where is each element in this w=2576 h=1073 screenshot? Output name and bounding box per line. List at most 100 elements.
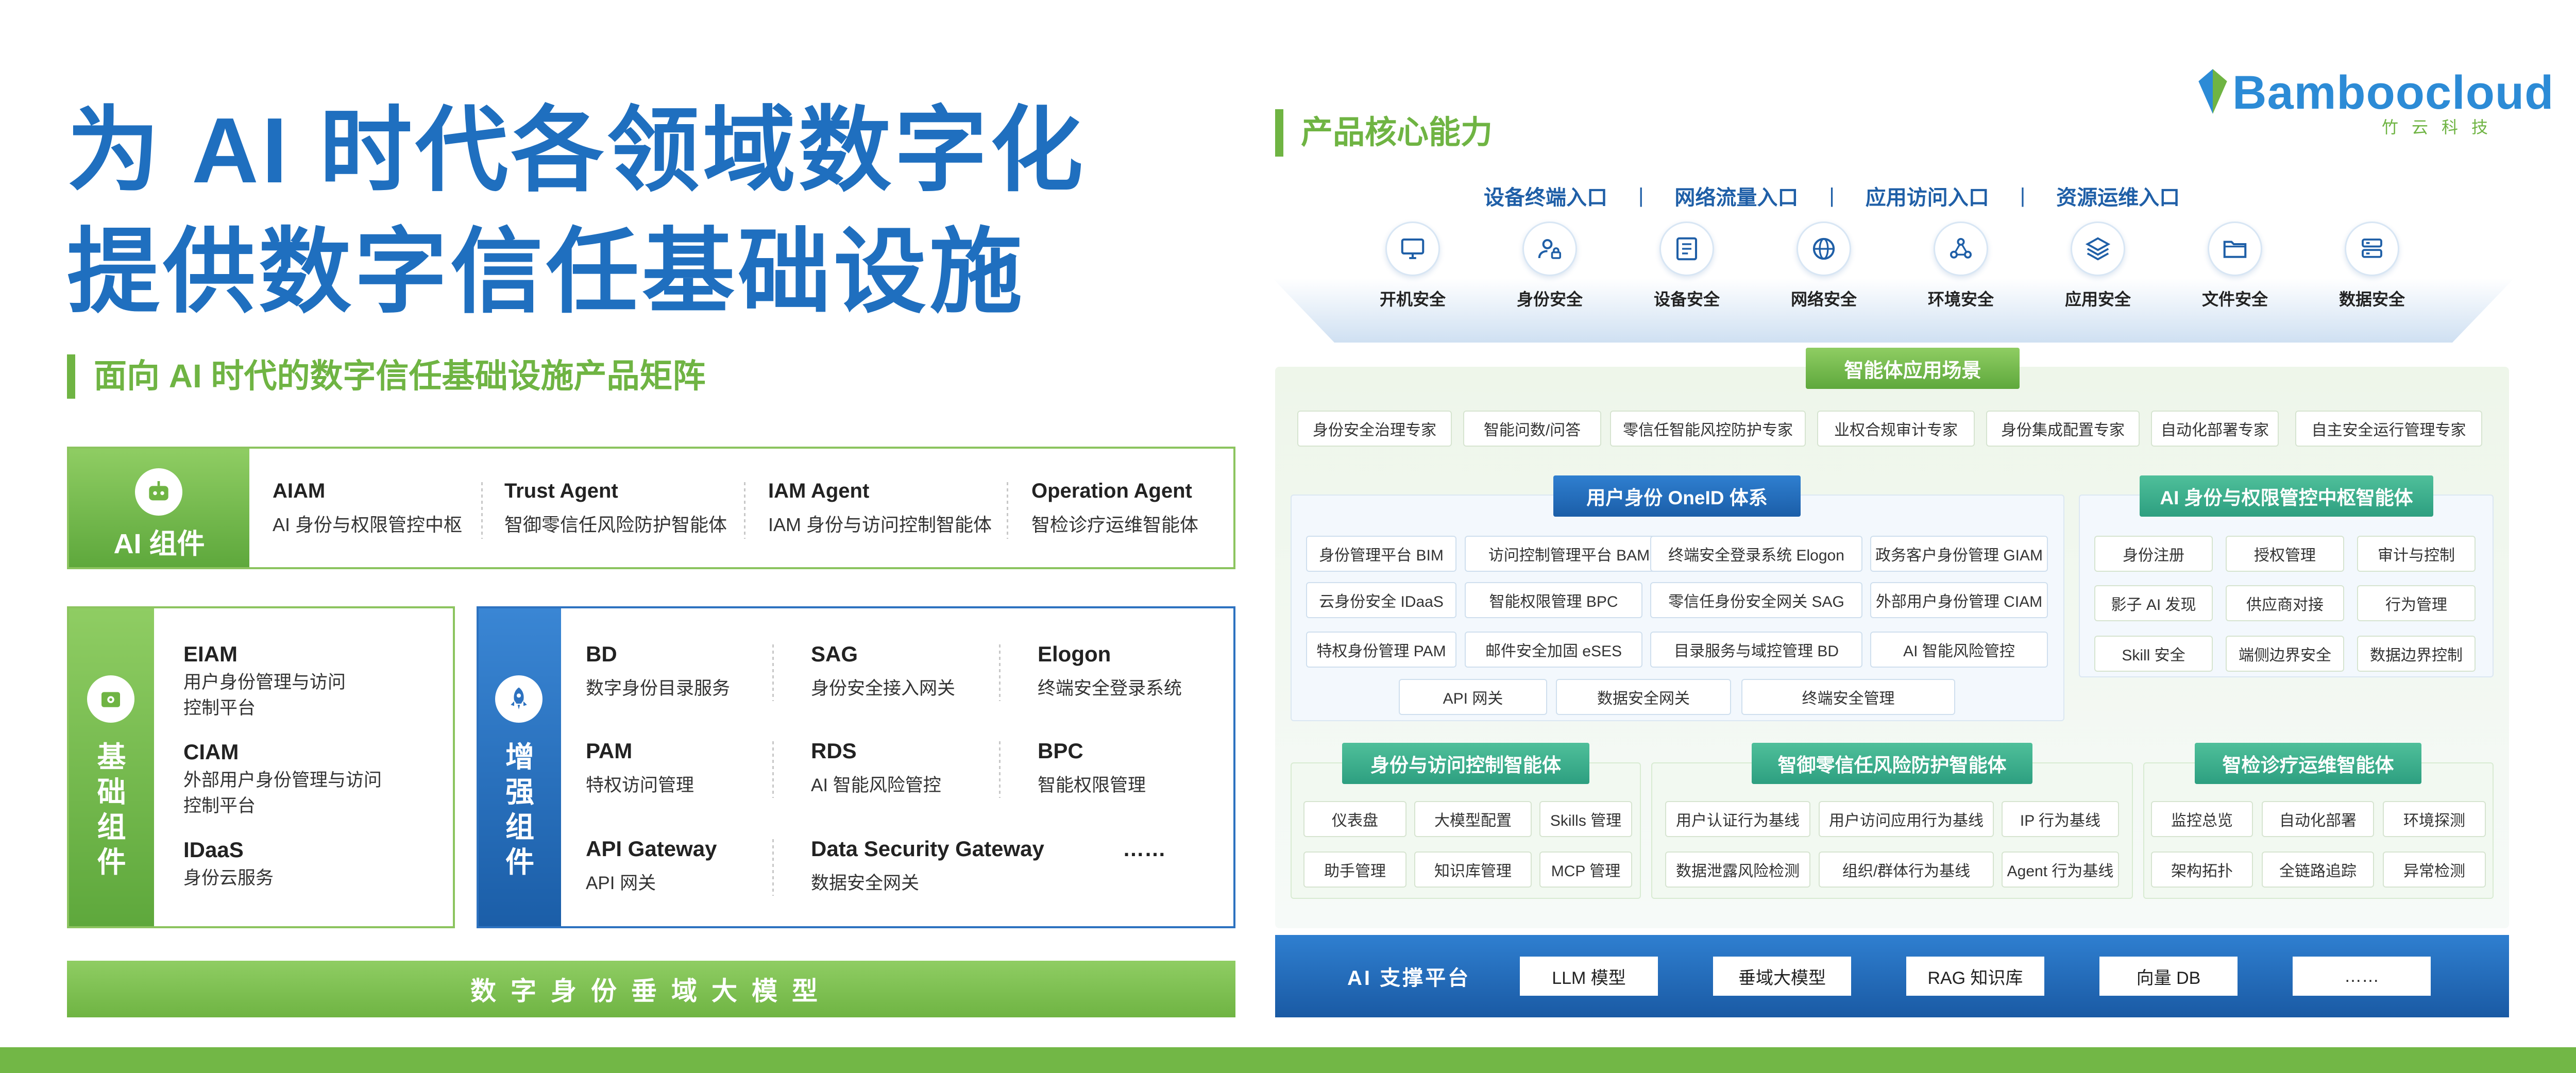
ai-hub-pill: 行为管理: [2357, 585, 2476, 621]
ai-hub-pill: 授权管理: [2226, 536, 2344, 572]
security-icons: 开机安全 身份安全 设备安全 网络安全 环境安全 应用安全 文件安全 数据安全: [1288, 222, 2509, 335]
iam-agent-title: 身份与访问控制智能体: [1342, 743, 1589, 784]
ai-item-iam-agent: IAM Agent IAM 身份与访问控制智能体: [768, 480, 992, 537]
core-title: 产品核心能力: [1301, 115, 1493, 150]
iam-agent-pill: 知识库管理: [1414, 851, 1532, 888]
desc-line: 控制平台: [183, 698, 256, 718]
oneid-pill: 数据安全网关: [1556, 679, 1731, 715]
base-item-ciam: CIAM 外部用户身份管理与访问 控制平台: [183, 740, 382, 819]
device-icon: [1659, 222, 1714, 276]
oneid-pill: 云身份安全 IDaaS: [1306, 582, 1456, 618]
trust-agent-pill: 数据泄露风险检测: [1665, 851, 1810, 888]
security-item: 设备安全: [1635, 222, 1738, 310]
base-item-desc: 用户身份管理与访问 控制平台: [183, 670, 346, 721]
ai-components-row: AI 组件 AIAM AI 身份与权限管控中枢 Trust Agent 智御零信…: [67, 447, 1235, 569]
base-item-eiam: EIAM 用户身份管理与访问 控制平台: [183, 642, 346, 721]
oneid-pill: 特权身份管理 PAM: [1306, 632, 1456, 668]
platform-item: 向量 DB: [2099, 957, 2238, 996]
ai-item-desc: 智检诊疗运维智能体: [1031, 514, 1199, 535]
ops-agent-pill: 监控总览: [2151, 801, 2253, 837]
trust-agent-pill: 用户访问应用行为基线: [1819, 801, 1994, 837]
enh-item-title: RDS: [811, 739, 857, 763]
enh-item-title: PAM: [586, 739, 633, 763]
enh-item-api-gateway: API Gateway API 网关: [586, 837, 717, 895]
ai-platform-bar: AI 支撑平台 LLM 模型 垂域大模型 RAG 知识库 向量 DB ……: [1275, 935, 2509, 1017]
scenario-pill: 零信任智能风控防护专家: [1610, 411, 1806, 447]
oneid-pill: 政务客户身份管理 GIAM: [1870, 536, 2048, 572]
label-char: 件: [97, 846, 126, 878]
enh-item-desc: AI 智能风险管控: [811, 775, 941, 795]
ai-item-title: Trust Agent: [504, 480, 618, 502]
enhanced-components-box: 增 强 组 件 BD 数字身份目录服务 SAG 身份安全接入网关 Elogon 终端安…: [477, 606, 1235, 928]
section-marker: [1275, 109, 1283, 157]
platform-item: RAG 知识库: [1906, 957, 2044, 996]
trust-agent-pill: 用户认证行为基线: [1665, 801, 1810, 837]
entry-separator: |: [2020, 184, 2026, 207]
enh-item-title: Elogon: [1038, 642, 1111, 666]
oneid-pill: 零信任身份安全网关 SAG: [1650, 582, 1862, 618]
base-item-title: IDaaS: [183, 838, 244, 862]
enh-item-bpc: BPC 智能权限管理: [1038, 739, 1146, 797]
bamboo-leaf-icon: [2198, 69, 2227, 114]
ai-hub-pill: 数据边界控制: [2357, 636, 2476, 672]
scenario-pill: 智能问数/问答: [1463, 411, 1601, 447]
security-label: 数据安全: [2338, 290, 2405, 309]
entry-device: 设备终端入口: [1484, 186, 1607, 209]
oneid-pill: 身份管理平台 BIM: [1306, 536, 1456, 572]
security-item: 网络安全: [1772, 222, 1875, 310]
enh-item-desc: 终端安全登录系统: [1038, 678, 1182, 699]
label-char: 组: [505, 811, 534, 843]
enh-item-title: BD: [586, 642, 617, 666]
label-char: 基: [97, 741, 126, 773]
headline-line-2: 提供数字信任基础设施: [67, 220, 1026, 324]
ai-hub-pill: 影子 AI 发现: [2094, 585, 2213, 621]
iam-agent-pill: 助手管理: [1303, 851, 1406, 888]
divider: [481, 482, 483, 539]
ai-hub-pill: 审计与控制: [2357, 536, 2476, 572]
enh-item-desc: 身份安全接入网关: [811, 678, 956, 699]
divider: [772, 839, 774, 896]
more-ellipsis: ……: [1123, 837, 1166, 861]
ai-hub-pill: Skill 安全: [2094, 636, 2213, 672]
enh-item-desc: API 网关: [586, 873, 656, 893]
iam-agent-pill: Skills 管理: [1539, 801, 1632, 837]
enh-item-title: API Gateway: [586, 837, 717, 861]
enh-item-title: Data Security Gateway: [811, 837, 1044, 861]
platform-item: LLM 模型: [1520, 957, 1658, 996]
ai-item-desc: AI 身份与权限管控中枢: [273, 514, 463, 535]
enh-item-title: SAG: [811, 642, 858, 666]
scenario-pill: 身份集成配置专家: [1986, 411, 2140, 447]
monitor-icon: [1385, 222, 1440, 276]
enh-item-elogon: Elogon 终端安全登录系统: [1038, 642, 1182, 700]
trust-agent-pill: IP 行为基线: [2002, 801, 2119, 837]
enh-item-data-security-gateway: Data Security Gateway 数据安全网关: [811, 837, 1044, 895]
trust-agent-pill: 组织/群体行为基线: [1819, 851, 1994, 888]
iam-agent-pill: 仪表盘: [1303, 801, 1406, 837]
desc-line: 用户身份管理与访问: [183, 672, 346, 692]
entry-separator: |: [1638, 184, 1644, 207]
base-components-box: 基 础 组 件 EIAM 用户身份管理与访问 控制平台 CIAM 外部用户身份管理…: [67, 606, 455, 928]
ops-agent-pill: 自动化部署: [2262, 801, 2374, 837]
security-item: 数据安全: [2320, 222, 2424, 310]
ai-hub-pill: 供应商对接: [2226, 585, 2344, 621]
enh-item-pam: PAM 特权访问管理: [586, 739, 694, 797]
entry-points: 设备终端入口 | 网络流量入口 | 应用访问入口 | 资源运维入口: [1484, 175, 2360, 216]
base-item-desc: 身份云服务: [183, 865, 274, 891]
divider: [999, 741, 1001, 798]
user-lock-icon: [1522, 222, 1577, 276]
iam-agent-pill: 大模型配置: [1414, 801, 1532, 837]
ai-item-desc: IAM 身份与访问控制智能体: [768, 514, 992, 535]
enh-item-bd: BD 数字身份目录服务: [586, 642, 730, 700]
base-item-title: CIAM: [183, 740, 239, 764]
ai-components-label: AI 组件: [113, 529, 205, 559]
label-char: 增: [505, 741, 534, 773]
entry-app: 应用访问入口: [1865, 186, 1989, 209]
platform-item: ……: [2293, 957, 2431, 996]
ai-item-trust-agent: Trust Agent 智御零信任风险防护智能体: [504, 480, 727, 537]
ai-item-aiam: AIAM AI 身份与权限管控中枢: [273, 480, 462, 537]
oneid-pill: AI 智能风险管控: [1870, 632, 2048, 668]
oneid-pill: 终端安全管理: [1741, 679, 1955, 715]
page-headline: 为 AI 时代各领域数字化 提供数字信任基础设施: [67, 90, 1087, 333]
base-components-label: 基 础 组 件: [69, 740, 154, 880]
oneid-pill: 外部用户身份管理 CIAM: [1870, 582, 2048, 618]
